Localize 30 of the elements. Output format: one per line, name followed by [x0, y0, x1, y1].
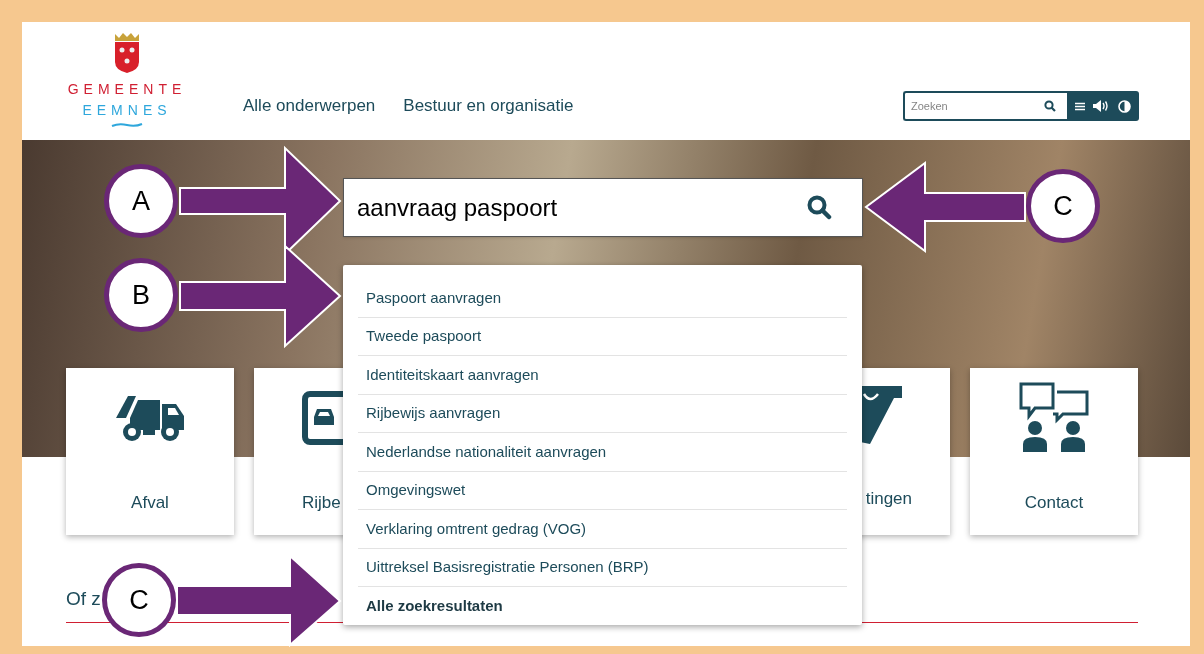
- tile-card[interactable]: Contact: [970, 368, 1138, 535]
- logo-text: GEMEENTE: [67, 82, 187, 96]
- search-icon[interactable]: [806, 194, 832, 220]
- suggestion-item[interactable]: Omgevingswet: [358, 471, 847, 510]
- speaker-icon[interactable]: [1093, 100, 1110, 112]
- suggestion-item[interactable]: Alle zoekresultaten: [358, 587, 847, 626]
- tile-label: Rijbe: [302, 492, 341, 514]
- tile-label: Contact: [1024, 492, 1084, 514]
- suggestion-item[interactable]: Nederlandse nationaliteit aanvragen: [358, 433, 847, 472]
- contrast-icon[interactable]: [1117, 99, 1131, 113]
- suggestion-item[interactable]: Paspoort aanvragen: [358, 279, 847, 318]
- menu-icon[interactable]: [1075, 101, 1086, 111]
- nav-link[interactable]: Bestuur en organisatie: [403, 93, 574, 119]
- nav-link[interactable]: Alle onderwerpen: [243, 93, 376, 119]
- coat-of-arms-icon: [112, 32, 142, 74]
- suggestion-item[interactable]: Verklaring omtrent gedrag (VOG): [358, 510, 847, 549]
- logo-text: EEMNES: [82, 103, 172, 117]
- suggestion-item[interactable]: Uittreksel Basisregistratie Personen (BRP): [358, 548, 847, 587]
- suggestion-item[interactable]: Identiteitskaart aanvragen: [358, 356, 847, 395]
- suggestion-item[interactable]: Tweede paspoort: [358, 317, 847, 356]
- search-field[interactable]: aanvraag paspoort: [343, 178, 863, 237]
- search-field[interactable]: Zoeken: [903, 91, 1067, 121]
- tile-label: Afval: [131, 492, 169, 514]
- search-icon[interactable]: [1044, 100, 1056, 112]
- suggestion-item[interactable]: Rijbewijs aanvragen: [358, 394, 847, 433]
- wave-icon: [111, 122, 143, 128]
- tile-label: tingen: [865, 488, 912, 510]
- people-chat-icon: [1017, 382, 1091, 454]
- section-heading: Of z: [66, 588, 101, 609]
- tile-card[interactable]: Afval: [66, 368, 234, 535]
